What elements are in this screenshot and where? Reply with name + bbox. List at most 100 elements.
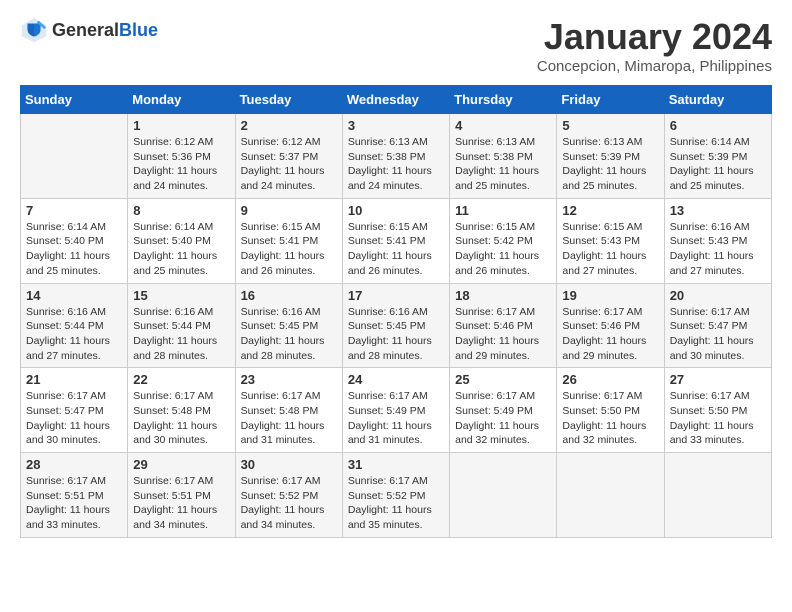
day-info: Sunrise: 6:17 AMSunset: 5:49 PMDaylight:…: [455, 389, 551, 448]
day-number: 13: [670, 203, 766, 218]
day-info: Sunrise: 6:17 AMSunset: 5:52 PMDaylight:…: [348, 474, 444, 533]
day-info: Sunrise: 6:17 AMSunset: 5:50 PMDaylight:…: [562, 389, 658, 448]
calendar-cell: 23 Sunrise: 6:17 AMSunset: 5:48 PMDayligh…: [235, 368, 342, 453]
calendar-cell: 27Sunrise: 6:17 AMSunset: 5:50 PMDayligh…: [664, 368, 771, 453]
calendar-cell: 20 Sunrise: 6:17 AMSunset: 5:47 PMDayligh…: [664, 283, 771, 368]
calendar-cell: 8Sunrise: 6:14 AMSunset: 5:40 PMDaylight…: [128, 198, 235, 283]
day-number: 26: [562, 372, 658, 387]
day-number: 2: [241, 118, 337, 133]
day-info: Sunrise: 6:16 AMSunset: 5:44 PMDaylight:…: [26, 305, 122, 364]
weekday-header-monday: Monday: [128, 86, 235, 114]
calendar-cell: 7Sunrise: 6:14 AMSunset: 5:40 PMDaylight…: [21, 198, 128, 283]
day-number: 22: [133, 372, 229, 387]
logo-general: General: [52, 20, 119, 40]
day-info: Sunrise: 6:13 AMSunset: 5:38 PMDaylight:…: [455, 135, 551, 194]
day-info: Sunrise: 6:16 AMSunset: 5:45 PMDaylight:…: [241, 305, 337, 364]
calendar-week-row: 21 Sunrise: 6:17 AMSunset: 5:47 PMDayligh…: [21, 368, 772, 453]
calendar-cell: 14Sunrise: 6:16 AMSunset: 5:44 PMDayligh…: [21, 283, 128, 368]
day-number: 19: [562, 288, 658, 303]
logo-blue: Blue: [119, 20, 158, 40]
weekday-header-thursday: Thursday: [450, 86, 557, 114]
weekday-header-wednesday: Wednesday: [342, 86, 449, 114]
calendar-cell: 31 Sunrise: 6:17 AMSunset: 5:52 PMDayligh…: [342, 453, 449, 538]
calendar-cell: 29 Sunrise: 6:17 AMSunset: 5:51 PMDayligh…: [128, 453, 235, 538]
day-number: 25: [455, 372, 551, 387]
day-number: 20: [670, 288, 766, 303]
logo-icon: [20, 16, 48, 44]
calendar-cell: 18Sunrise: 6:17 AMSunset: 5:46 PMDayligh…: [450, 283, 557, 368]
calendar-cell: 9Sunrise: 6:15 AMSunset: 5:41 PMDaylight…: [235, 198, 342, 283]
day-info: Sunrise: 6:15 AMSunset: 5:41 PMDaylight:…: [348, 220, 444, 279]
day-info: Sunrise: 6:12 AMSunset: 5:37 PMDaylight:…: [241, 135, 337, 194]
calendar-cell: 21 Sunrise: 6:17 AMSunset: 5:47 PMDayligh…: [21, 368, 128, 453]
day-number: 31: [348, 457, 444, 472]
month-title: January 2024: [537, 16, 772, 58]
day-number: 9: [241, 203, 337, 218]
day-number: 17: [348, 288, 444, 303]
calendar-cell: 10 Sunrise: 6:15 AMSunset: 5:41 PMDayligh…: [342, 198, 449, 283]
calendar-cell: 4 Sunrise: 6:13 AMSunset: 5:38 PMDaylight…: [450, 114, 557, 199]
calendar-cell: 6 Sunrise: 6:14 AMSunset: 5:39 PMDaylight…: [664, 114, 771, 199]
day-number: 6: [670, 118, 766, 133]
calendar-cell: 17 Sunrise: 6:16 AMSunset: 5:45 PMDayligh…: [342, 283, 449, 368]
calendar-cell: [21, 114, 128, 199]
day-info: Sunrise: 6:17 AMSunset: 5:51 PMDaylight:…: [133, 474, 229, 533]
day-info: Sunrise: 6:15 AMSunset: 5:42 PMDaylight:…: [455, 220, 551, 279]
header: GeneralBlue January 2024 Concepcion, Mim…: [20, 16, 772, 75]
weekday-header-row: SundayMondayTuesdayWednesdayThursdayFrid…: [21, 86, 772, 114]
title-area: January 2024 Concepcion, Mimaropa, Phili…: [537, 16, 772, 75]
weekday-header-tuesday: Tuesday: [235, 86, 342, 114]
day-number: 23: [241, 372, 337, 387]
calendar-table: SundayMondayTuesdayWednesdayThursdayFrid…: [20, 85, 772, 538]
day-info: Sunrise: 6:14 AMSunset: 5:39 PMDaylight:…: [670, 135, 766, 194]
location-subtitle: Concepcion, Mimaropa, Philippines: [537, 58, 772, 75]
day-info: Sunrise: 6:17 AMSunset: 5:49 PMDaylight:…: [348, 389, 444, 448]
logo-text: GeneralBlue: [52, 20, 158, 41]
calendar-cell: 13Sunrise: 6:16 AMSunset: 5:43 PMDayligh…: [664, 198, 771, 283]
logo: GeneralBlue: [20, 16, 158, 44]
day-number: 11: [455, 203, 551, 218]
calendar-cell: 30 Sunrise: 6:17 AMSunset: 5:52 PMDayligh…: [235, 453, 342, 538]
weekday-header-saturday: Saturday: [664, 86, 771, 114]
day-info: Sunrise: 6:13 AMSunset: 5:38 PMDaylight:…: [348, 135, 444, 194]
day-number: 30: [241, 457, 337, 472]
day-info: Sunrise: 6:17 AMSunset: 5:48 PMDaylight:…: [241, 389, 337, 448]
calendar-cell: 12 Sunrise: 6:15 AMSunset: 5:43 PMDayligh…: [557, 198, 664, 283]
day-number: 24: [348, 372, 444, 387]
calendar-cell: 11 Sunrise: 6:15 AMSunset: 5:42 PMDayligh…: [450, 198, 557, 283]
weekday-header-sunday: Sunday: [21, 86, 128, 114]
day-number: 29: [133, 457, 229, 472]
day-info: Sunrise: 6:12 AMSunset: 5:36 PMDaylight:…: [133, 135, 229, 194]
day-number: 10: [348, 203, 444, 218]
calendar-cell: [664, 453, 771, 538]
calendar-cell: 22 Sunrise: 6:17 AMSunset: 5:48 PMDayligh…: [128, 368, 235, 453]
day-info: Sunrise: 6:17 AMSunset: 5:52 PMDaylight:…: [241, 474, 337, 533]
day-info: Sunrise: 6:13 AMSunset: 5:39 PMDaylight:…: [562, 135, 658, 194]
calendar-cell: 25 Sunrise: 6:17 AMSunset: 5:49 PMDayligh…: [450, 368, 557, 453]
day-number: 4: [455, 118, 551, 133]
calendar-cell: [557, 453, 664, 538]
calendar-cell: 26 Sunrise: 6:17 AMSunset: 5:50 PMDayligh…: [557, 368, 664, 453]
calendar-cell: 3Sunrise: 6:13 AMSunset: 5:38 PMDaylight…: [342, 114, 449, 199]
day-info: Sunrise: 6:15 AMSunset: 5:43 PMDaylight:…: [562, 220, 658, 279]
day-info: Sunrise: 6:16 AMSunset: 5:45 PMDaylight:…: [348, 305, 444, 364]
day-number: 1: [133, 118, 229, 133]
day-number: 7: [26, 203, 122, 218]
calendar-cell: 1 Sunrise: 6:12 AMSunset: 5:36 PMDaylight…: [128, 114, 235, 199]
day-number: 12: [562, 203, 658, 218]
calendar-week-row: 1 Sunrise: 6:12 AMSunset: 5:36 PMDaylight…: [21, 114, 772, 199]
calendar-week-row: 14Sunrise: 6:16 AMSunset: 5:44 PMDayligh…: [21, 283, 772, 368]
calendar-week-row: 28Sunrise: 6:17 AMSunset: 5:51 PMDayligh…: [21, 453, 772, 538]
day-info: Sunrise: 6:17 AMSunset: 5:46 PMDaylight:…: [562, 305, 658, 364]
day-number: 15: [133, 288, 229, 303]
day-info: Sunrise: 6:17 AMSunset: 5:48 PMDaylight:…: [133, 389, 229, 448]
calendar-week-row: 7Sunrise: 6:14 AMSunset: 5:40 PMDaylight…: [21, 198, 772, 283]
day-number: 21: [26, 372, 122, 387]
calendar-cell: 19 Sunrise: 6:17 AMSunset: 5:46 PMDayligh…: [557, 283, 664, 368]
day-number: 18: [455, 288, 551, 303]
calendar-cell: 28Sunrise: 6:17 AMSunset: 5:51 PMDayligh…: [21, 453, 128, 538]
calendar-cell: 5Sunrise: 6:13 AMSunset: 5:39 PMDaylight…: [557, 114, 664, 199]
day-info: Sunrise: 6:17 AMSunset: 5:47 PMDaylight:…: [670, 305, 766, 364]
day-info: Sunrise: 6:17 AMSunset: 5:47 PMDaylight:…: [26, 389, 122, 448]
calendar-cell: 16Sunrise: 6:16 AMSunset: 5:45 PMDayligh…: [235, 283, 342, 368]
